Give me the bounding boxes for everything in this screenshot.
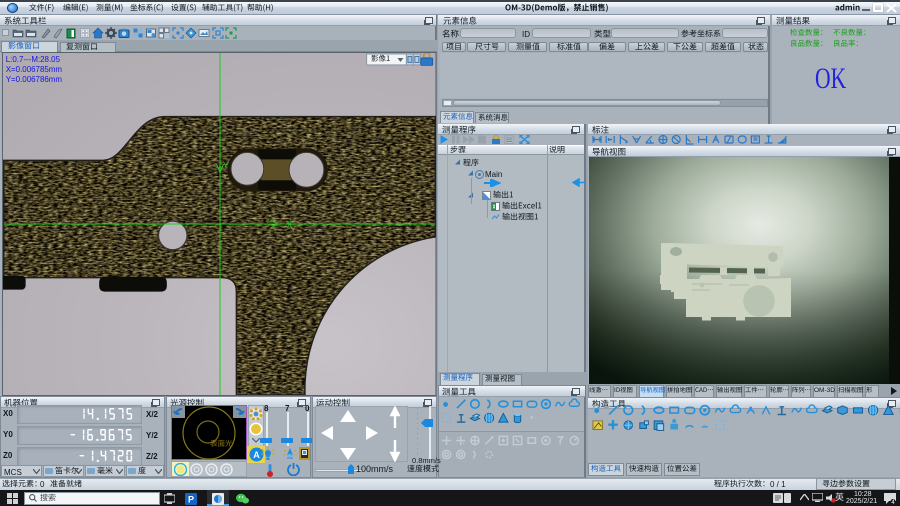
svg-text:P: P: [188, 494, 194, 504]
svg-text:X: X: [286, 220, 293, 231]
svg-text:X=0.006785mm: X=0.006785mm: [6, 65, 63, 74]
svg-text:Y: Y: [222, 160, 229, 171]
svg-text:A: A: [253, 450, 260, 460]
svg-text:Y=0.006786mm: Y=0.006786mm: [6, 75, 63, 84]
svg-text:L:0.7---M:28.05: L:0.7---M:28.05: [6, 55, 61, 64]
